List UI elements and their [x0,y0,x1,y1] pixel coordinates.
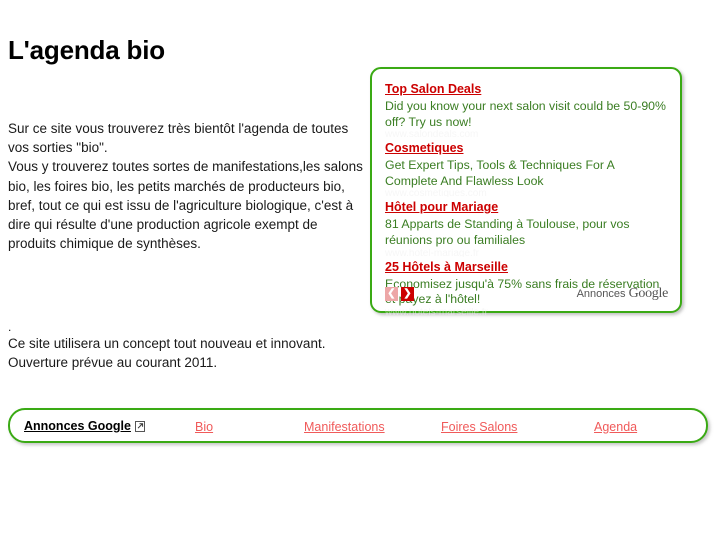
ad-item: Top Salon Deals Did you know your next s… [385,80,670,138]
ad-title-link[interactable]: Top Salon Deals [385,81,481,97]
brand-google-wordmark: Google [628,286,669,301]
intro-line-1: Sur ce site vous trouverez très bientôt … [8,121,349,156]
google-ads-box: Top Salon Deals Did you know your next s… [370,67,682,316]
ad-url: www.salondeals.com [385,130,479,139]
ad-description: Did you know your next salon visit could… [385,99,666,129]
outro-paragraph: . Ce site utilisera un concept tout nouv… [8,320,368,372]
ad-footer: ❮ ❯ Annonces Google [385,286,669,303]
ad-title-link[interactable]: 25 Hôtels à Marseille [385,259,508,275]
linkbar-annonces-google-link[interactable]: Annonces Google [24,419,146,433]
brand-prefix: Annonces [576,288,629,300]
external-link-icon [134,421,146,432]
ad-url: www.hotel-mariage.fr [385,248,479,257]
ad-item: Hôtel pour Mariage 81 Apparts de Standin… [385,198,670,256]
linkbar-label-text: Annonces Google [24,419,131,433]
outro-line-1: Ce site utilisera un concept tout nouvea… [8,336,326,351]
ad-item: Cosmetiques Get Expert Tips, Tools & Tec… [385,139,670,197]
ad-title-link[interactable]: Hôtel pour Mariage [385,199,498,215]
ad-url: www.hotels-marseille.fr [385,307,488,316]
nav-link-foires-salons[interactable]: Foires Salons [441,420,517,434]
ad-pagination: ❮ ❯ [385,287,414,301]
ad-list: Top Salon Deals Did you know your next s… [385,80,670,317]
prev-arrow-icon[interactable]: ❮ [385,287,398,301]
intro-line-2: Vous y trouverez toutes sortes de manife… [8,159,363,252]
intro-paragraph: Sur ce site vous trouverez très bientôt … [8,119,368,253]
google-ads-linkbar: Annonces Google Bio Manifestations Foire… [8,408,708,443]
ad-description: Get Expert Tips, Tools & Techniques For … [385,158,615,188]
ad-description: 81 Apparts de Standing à Toulouse, pour … [385,217,630,247]
page-title: L'agenda bio [8,35,165,66]
nav-link-bio[interactable]: Bio [195,420,213,434]
outro-dot: . [8,320,12,334]
outro-line-2: Ouverture prévue au courant 2011. [8,355,218,371]
ad-title-link[interactable]: Cosmetiques [385,140,464,156]
next-arrow-icon[interactable]: ❯ [401,287,414,301]
google-ads-brand: Annonces Google [576,286,669,302]
nav-link-manifestations[interactable]: Manifestations [304,420,385,434]
ad-url: www.cosmetiques.com [385,189,487,198]
nav-link-agenda[interactable]: Agenda [594,420,637,434]
